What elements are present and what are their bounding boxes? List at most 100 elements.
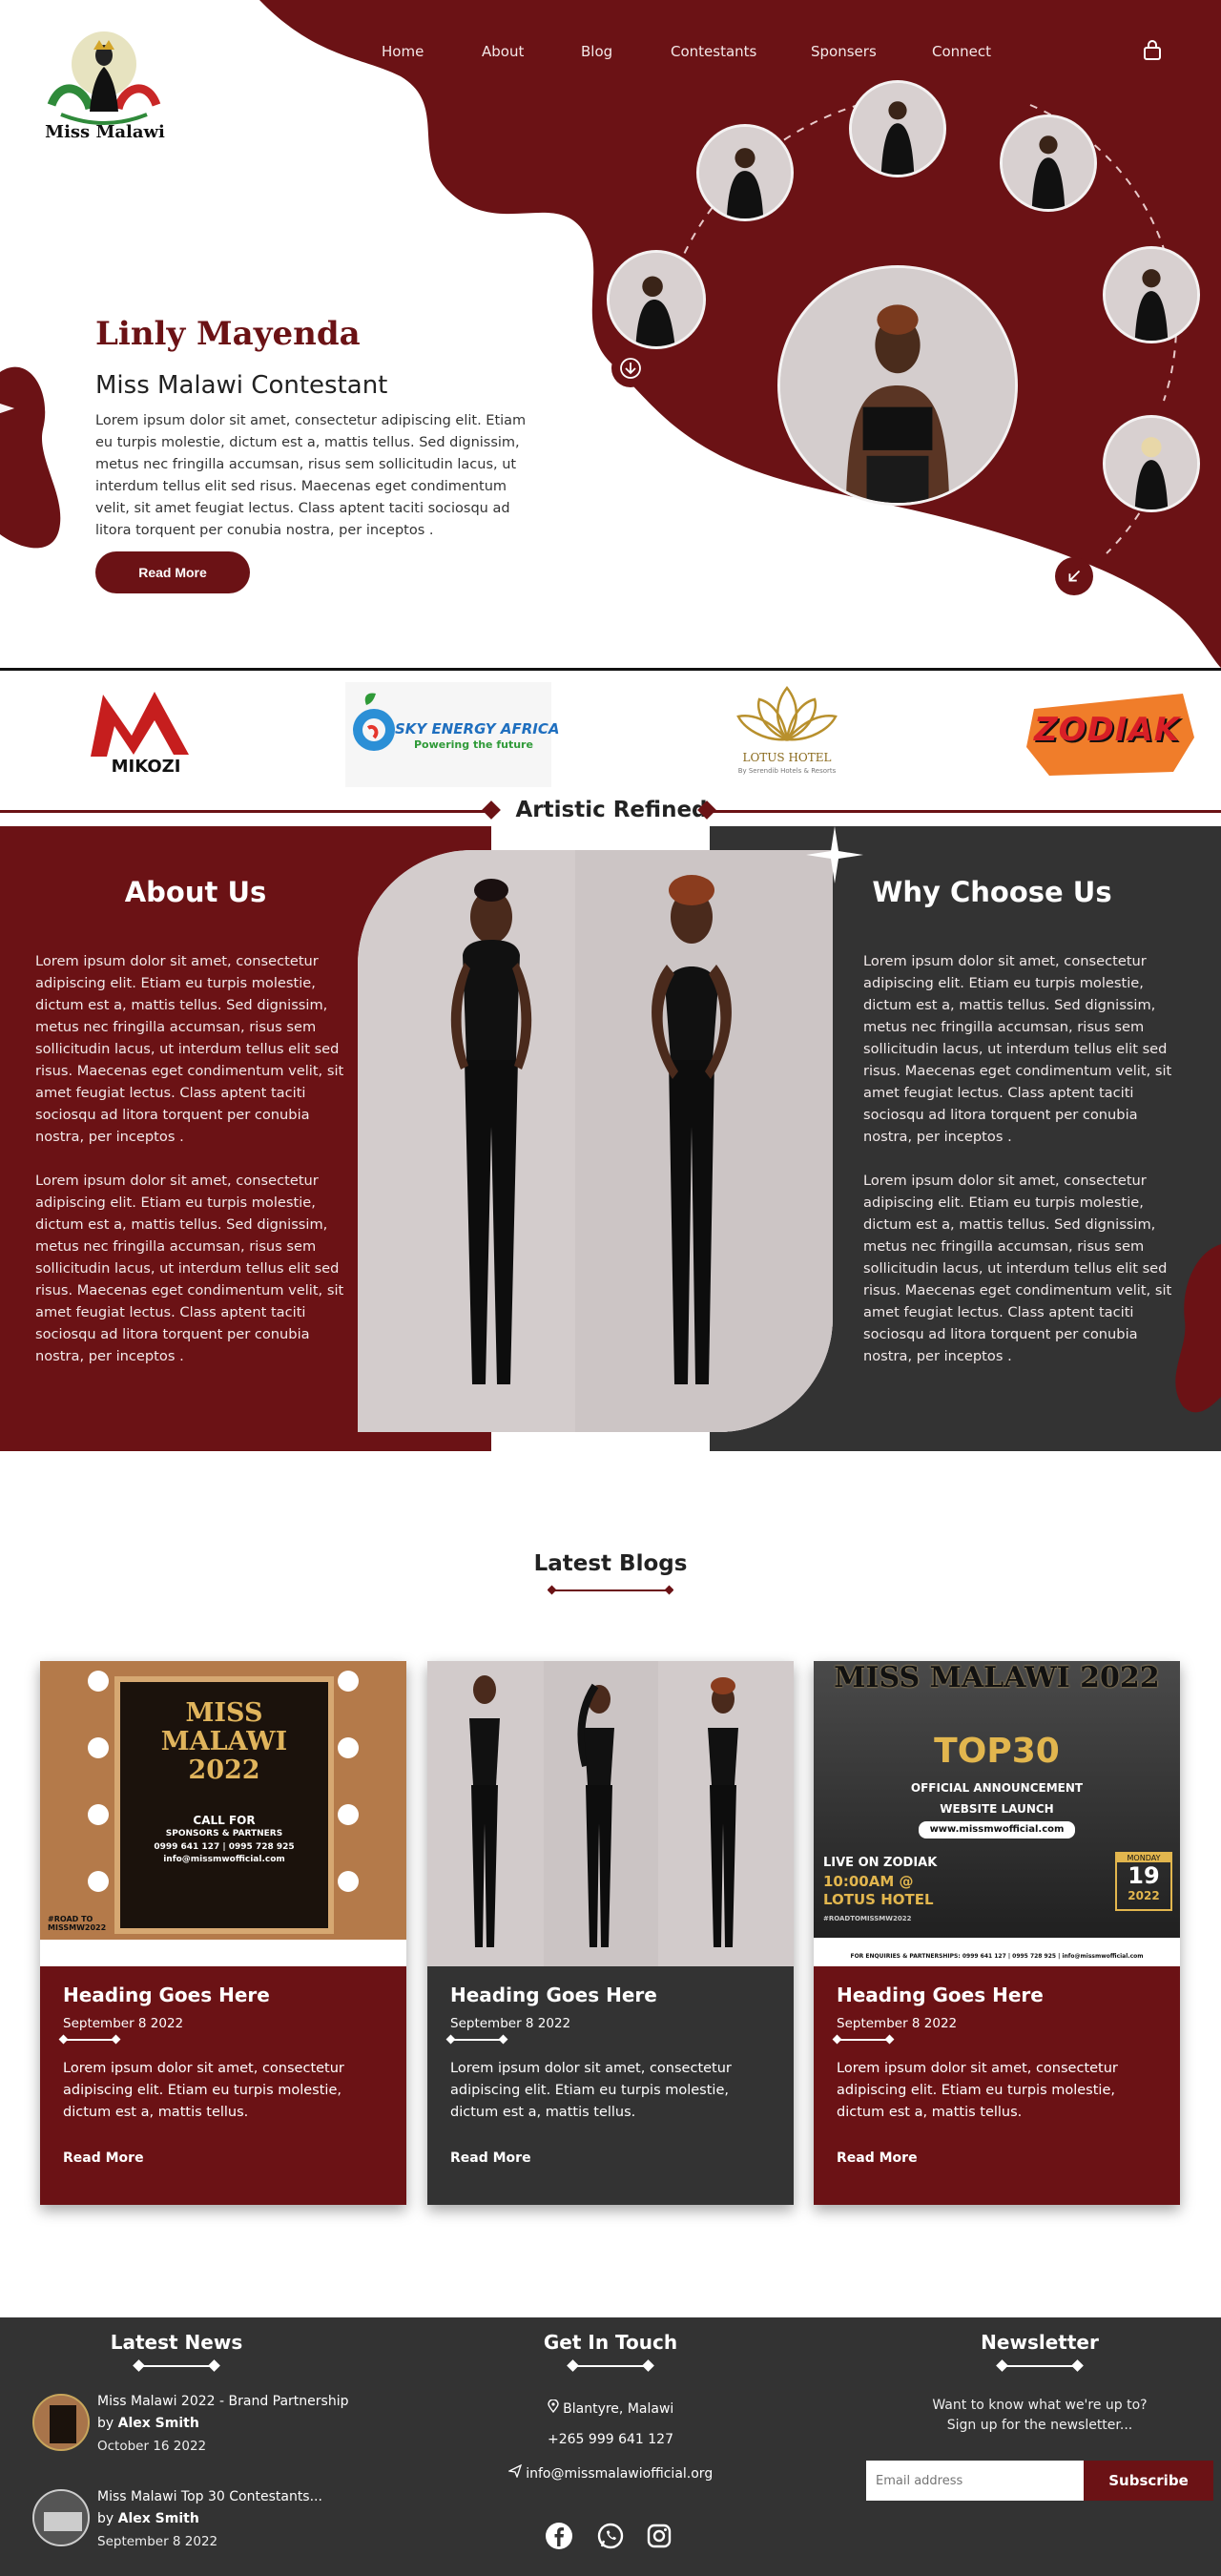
sky-energy-mark-icon [353, 693, 395, 751]
contestant-thumb-4[interactable] [607, 250, 706, 349]
sponsor-lotus-hotel-logo[interactable]: LOTUS HOTEL By Serendib Hotels & Resorts [715, 682, 859, 787]
featured-contestant-photo[interactable] [777, 265, 1018, 506]
poster-email: info@missmwofficial.com [163, 1855, 285, 1864]
sponsor-zodiak-logo[interactable]: ZODIAK [1021, 680, 1202, 785]
nav-home[interactable]: Home [382, 43, 424, 60]
scroll-down-button[interactable] [611, 349, 650, 387]
blog-card-excerpt: Lorem ipsum dolor sit amet, consectetur … [837, 2061, 1118, 2120]
poster-date-number: 19 [1128, 1862, 1160, 1889]
lotus-logo-text: LOTUS HOTEL [742, 751, 832, 764]
blogs-section: Latest Blogs MISS MALAWI 2022 CALL FOR S… [0, 1451, 1221, 2317]
poster-top30: TOP30 [934, 1732, 1060, 1771]
contact-email-text: info@missmalawiofficial.org [526, 2466, 714, 2482]
blog-card-body: Heading Goes Here September 8 2022 Lorem… [814, 1966, 1180, 2205]
arrow-down-icon [620, 358, 641, 379]
sponsor-sky-energy-logo[interactable]: SKY ENERGY AFRICA Powering the future [345, 682, 560, 787]
blog-card-3[interactable]: MISS MALAWI 2022 TOP30 OFFICIAL ANNOUNCE… [814, 1661, 1180, 2205]
contestant-thumb-1[interactable] [696, 124, 794, 221]
news-thumbnail-image [34, 2396, 88, 2449]
hero-description: Lorem ipsum dolor sit amet, consectetur … [95, 413, 527, 538]
get-in-touch-underline [572, 2365, 649, 2367]
subscribe-button[interactable]: Subscribe [1084, 2461, 1213, 2501]
news-item-2[interactable]: Miss Malawi Top 30 Contestants... by Ale… [32, 2489, 414, 2550]
instagram-icon[interactable] [645, 2522, 673, 2550]
news-byline: by Alex Smith [97, 2416, 199, 2431]
contact-address-text: Blantyre, Malawi [563, 2401, 674, 2417]
blog-card-image: MISS MALAWI 2022 TOP30 OFFICIAL ANNOUNCE… [814, 1661, 1180, 1966]
nav-contestants[interactable]: Contestants [671, 43, 756, 60]
poster-sub: SPONSORS & PARTNERS [165, 1829, 283, 1839]
poster-phone: 0999 641 127 | 0995 728 925 [154, 1842, 295, 1852]
poster-venue: LOTUS HOTEL [823, 1891, 934, 1908]
whatsapp-icon[interactable] [596, 2522, 625, 2550]
blog-card-heading[interactable]: Heading Goes Here [63, 1984, 383, 2006]
brand-logo[interactable]: Miss Malawi [32, 21, 177, 142]
artistic-refined-heading: Artistic Refined [515, 798, 708, 822]
contestant-thumb-5[interactable] [1103, 246, 1200, 343]
carousel-prev-button[interactable] [1055, 557, 1093, 595]
blog-card-read-more-link[interactable]: Read More [450, 2150, 531, 2166]
news-title[interactable]: Miss Malawi Top 30 Contestants... [97, 2489, 322, 2504]
news-thumbnail [32, 2394, 90, 2451]
poster-date-box: MONDAY 19 2022 [1115, 1852, 1172, 1911]
blog-card-date: September 8 2022 [837, 2016, 958, 2031]
news-by-label: by [97, 2416, 114, 2431]
contestant-photo [699, 127, 791, 218]
crown-emblem-icon [47, 31, 161, 125]
nav-blog[interactable]: Blog [581, 43, 612, 60]
nav-connect[interactable]: Connect [932, 43, 991, 60]
blog-card-read-more-link[interactable]: Read More [837, 2150, 918, 2166]
contestant-thumb-2[interactable] [849, 80, 946, 177]
blog-card-read-more-link[interactable]: Read More [63, 2150, 144, 2166]
poster-contact: FOR ENQUIRIES & PARTNERSHIPS: 0999 641 1… [850, 1953, 1144, 1960]
poster-title: MISS MALAWI 2022 [160, 1698, 288, 1785]
sky-energy-logo-text: SKY ENERGY AFRICA [395, 720, 560, 737]
blog-card-body: Heading Goes Here September 8 2022 Lorem… [427, 1966, 794, 2205]
news-item-1[interactable]: Miss Malawi 2022 - Brand Partnership by … [32, 2394, 414, 2455]
lotus-flower-icon [736, 685, 838, 742]
contact-phone[interactable]: +265 999 641 127 [477, 2432, 744, 2447]
contact-email[interactable]: info@missmalawiofficial.org [477, 2463, 744, 2482]
top30-announcement-poster: MISS MALAWI 2022 TOP30 OFFICIAL ANNOUNCE… [814, 1661, 1180, 1966]
contestant-photo [610, 253, 703, 346]
newsletter-email-input[interactable] [866, 2461, 1084, 2501]
news-thumbnail [32, 2489, 90, 2546]
news-author[interactable]: Alex Smith [118, 2511, 199, 2526]
news-date: September 8 2022 [97, 2534, 218, 2549]
nav-sponsers[interactable]: Sponsers [811, 43, 877, 60]
arrow-down-left-icon [1068, 570, 1081, 582]
heading-underline-ornament [548, 1585, 673, 1595]
hero-subtitle: Miss Malawi Contestant [95, 371, 388, 400]
newsletter-text-line-1: Want to know what we're up to? [932, 2398, 1148, 2413]
contestant-thumb-6[interactable] [1103, 415, 1200, 512]
news-title[interactable]: Miss Malawi 2022 - Brand Partnership [97, 2394, 348, 2409]
nav-about[interactable]: About [482, 43, 524, 60]
map-pin-icon [547, 2399, 559, 2414]
zodiak-logo-text: ZODIAK [1034, 711, 1181, 749]
hero-contestant-name: Linly Mayenda [95, 315, 361, 353]
blog-card-heading[interactable]: Heading Goes Here [837, 1984, 1157, 2006]
poster-time: 10:00AM @ [823, 1873, 914, 1890]
newsletter-heading: Newsletter [981, 2331, 1099, 2354]
blog-card-divider [450, 2039, 504, 2041]
blog-card-date: September 8 2022 [63, 2016, 184, 2031]
send-icon [507, 2463, 522, 2479]
blog-card-date: September 8 2022 [450, 2016, 571, 2031]
contestant-photo [1003, 117, 1094, 209]
contact-address: Blantyre, Malawi [477, 2399, 744, 2417]
poster-date-year: 2022 [1128, 1889, 1160, 1902]
facebook-icon[interactable] [545, 2522, 573, 2550]
blog-card-2[interactable]: Heading Goes Here September 8 2022 Lorem… [427, 1661, 794, 2205]
lock-icon[interactable] [1141, 38, 1164, 61]
miss-malawi-sponsor-poster: MISS MALAWI 2022 CALL FOR SPONSORS & PAR… [40, 1661, 406, 1966]
hero-read-more-button[interactable]: Read More [95, 551, 250, 593]
news-author[interactable]: Alex Smith [118, 2416, 199, 2431]
blog-card-1[interactable]: MISS MALAWI 2022 CALL FOR SPONSORS & PAR… [40, 1661, 406, 2205]
sponsor-mikozi-logo[interactable]: MIKOZI [76, 680, 210, 785]
contestant-thumb-3[interactable] [1000, 114, 1097, 212]
why-choose-paragraph-2: Lorem ipsum dolor sit amet, consectetur … [863, 1173, 1172, 1364]
blog-card-heading[interactable]: Heading Goes Here [450, 1984, 771, 2006]
section-divider-artistic: Artistic Refined [0, 798, 1221, 822]
blog-card-body: Heading Goes Here September 8 2022 Lorem… [40, 1966, 406, 2205]
three-models-photo [427, 1661, 794, 1966]
